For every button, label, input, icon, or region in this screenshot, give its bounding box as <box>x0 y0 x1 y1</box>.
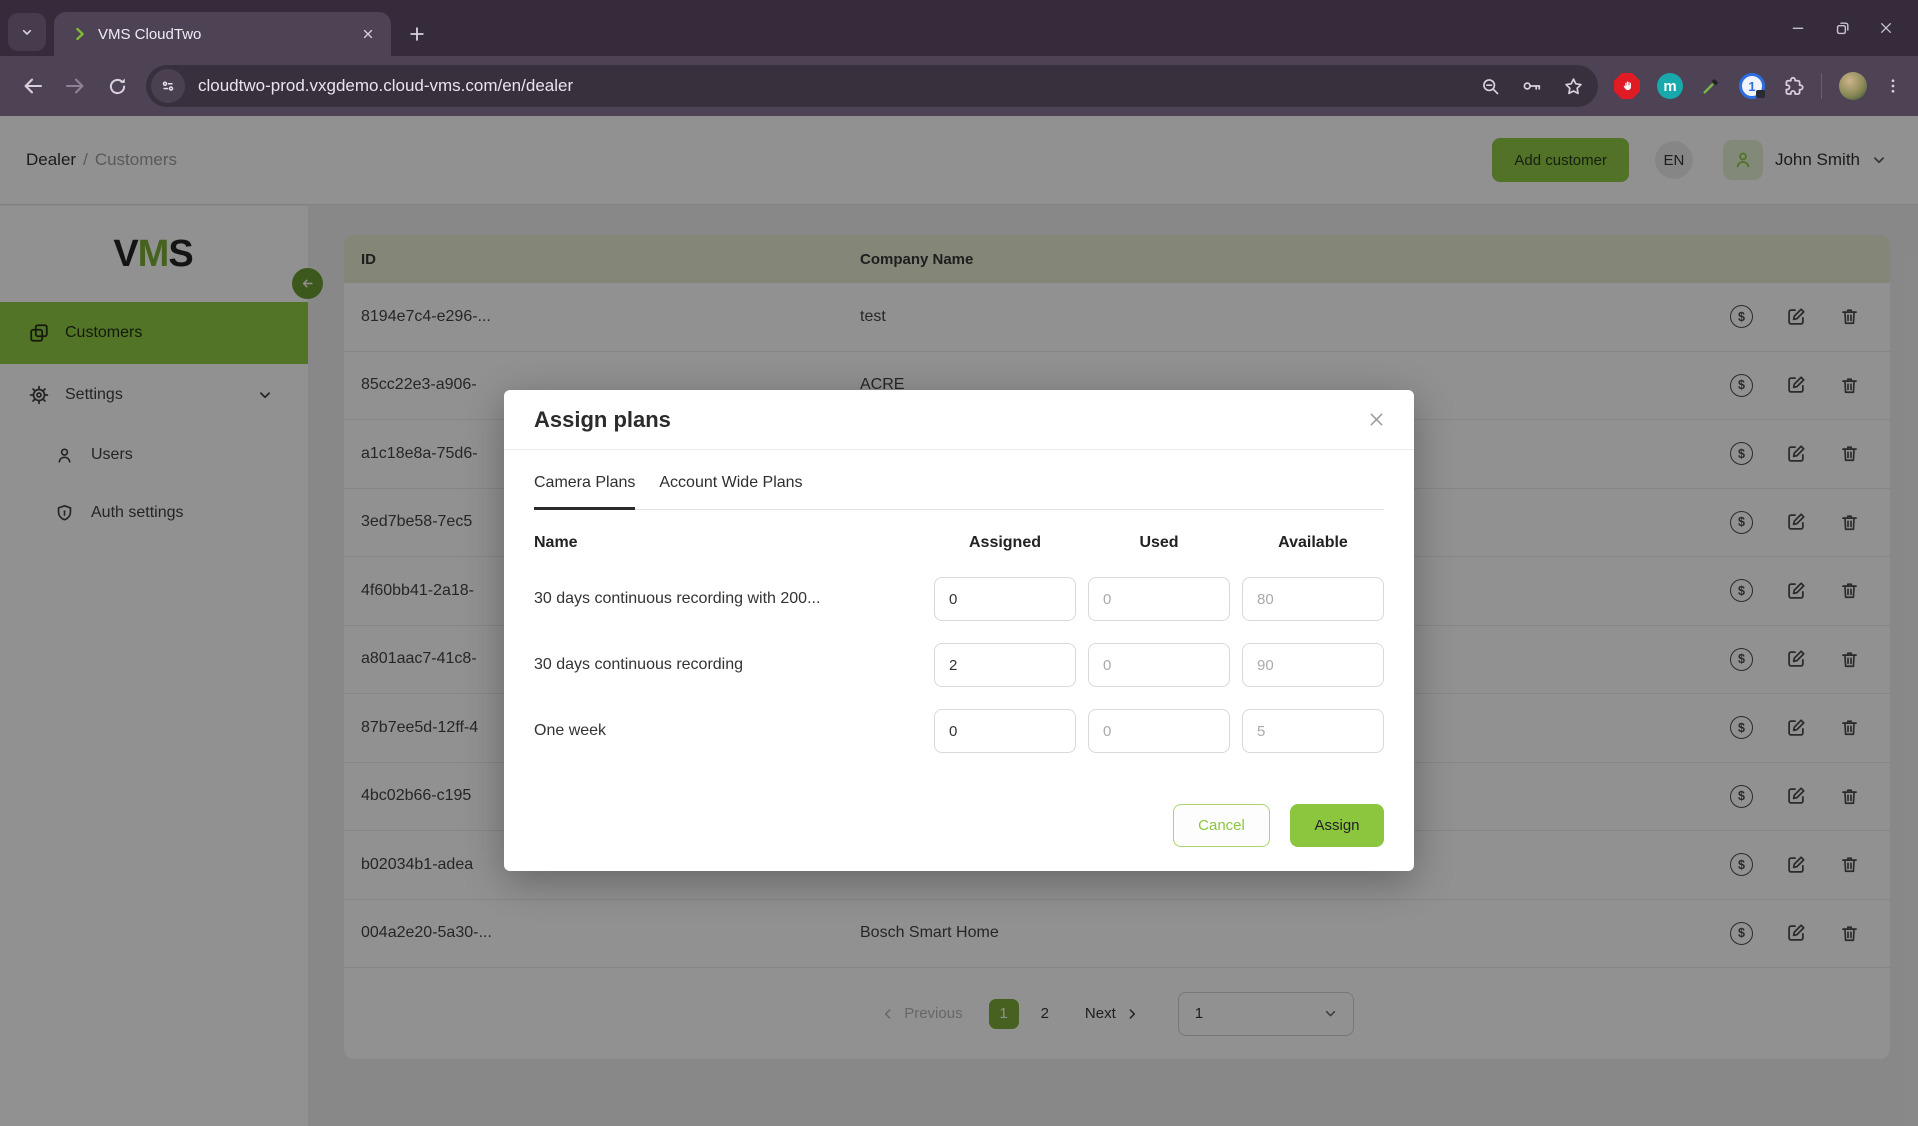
toolbar-divider <box>1821 73 1822 99</box>
chevron-down-icon <box>19 24 35 40</box>
close-icon[interactable] <box>1367 410 1386 429</box>
browser-profile-avatar[interactable] <box>1839 72 1867 100</box>
reload-icon[interactable] <box>96 65 138 107</box>
new-tab-button[interactable] <box>407 24 427 44</box>
plan-row: 30 days continuous recording <box>534 632 1384 698</box>
plans-table-header: Name Assigned Used Available <box>534 520 1384 566</box>
bookmark-star-icon[interactable] <box>1563 76 1584 97</box>
forward-icon <box>54 65 96 107</box>
browser-tab-strip: VMS CloudTwo <box>0 0 1918 56</box>
modal-tabs: Camera Plans Account Wide Plans <box>534 450 1384 510</box>
plan-name: 30 days continuous recording <box>534 656 922 674</box>
column-header-assigned: Assigned <box>934 534 1076 552</box>
restore-icon[interactable] <box>1828 14 1856 42</box>
plan-name: 30 days continuous recording with 200... <box>534 590 922 608</box>
extensions-area: m 1 <box>1608 72 1906 100</box>
back-icon[interactable] <box>12 65 54 107</box>
zoom-out-icon[interactable] <box>1480 76 1501 97</box>
column-header-used: Used <box>1088 534 1230 552</box>
url-text[interactable]: cloudtwo-prod.vxgdemo.cloud-vms.com/en/d… <box>198 76 1480 96</box>
column-header-available: Available <box>1242 534 1384 552</box>
available-input <box>1242 643 1384 687</box>
browser-toolbar: cloudtwo-prod.vxgdemo.cloud-vms.com/en/d… <box>0 56 1918 116</box>
plan-row: 30 days continuous recording with 200... <box>534 566 1384 632</box>
browser-tab[interactable]: VMS CloudTwo <box>54 12 391 56</box>
plan-row: One week <box>534 698 1384 764</box>
app-page: Dealer / Customers Add customer EN John … <box>0 116 1918 1126</box>
assign-plans-modal: Assign plans Camera Plans Account Wide P… <box>504 390 1414 871</box>
modal-title: Assign plans <box>534 407 671 433</box>
assign-button[interactable]: Assign <box>1290 804 1384 847</box>
password-key-icon[interactable] <box>1521 75 1543 97</box>
used-input <box>1088 709 1230 753</box>
assigned-input[interactable] <box>934 643 1076 687</box>
password-manager-icon[interactable]: 1 <box>1739 73 1765 99</box>
window-controls <box>1784 14 1900 42</box>
tab-close-icon[interactable] <box>357 23 379 45</box>
blocker-hand-icon[interactable] <box>1614 73 1640 99</box>
tab-search-button[interactable] <box>8 13 46 51</box>
used-input <box>1088 577 1230 621</box>
column-header-name: Name <box>534 534 922 552</box>
close-window-icon[interactable] <box>1872 14 1900 42</box>
assigned-input[interactable] <box>934 709 1076 753</box>
tab-title: VMS CloudTwo <box>98 26 357 43</box>
minimize-icon[interactable] <box>1784 14 1812 42</box>
available-input <box>1242 709 1384 753</box>
used-input <box>1088 643 1230 687</box>
vms-favicon-icon <box>72 26 88 42</box>
eyedropper-icon[interactable] <box>1700 75 1722 97</box>
tab-account-wide-plans[interactable]: Account Wide Plans <box>659 474 802 509</box>
available-input <box>1242 577 1384 621</box>
mail-extension-icon[interactable]: m <box>1657 73 1683 99</box>
browser-menu-icon[interactable] <box>1884 77 1900 95</box>
plan-name: One week <box>534 722 922 740</box>
cancel-button[interactable]: Cancel <box>1173 804 1270 847</box>
assigned-input[interactable] <box>934 577 1076 621</box>
url-bar[interactable]: cloudtwo-prod.vxgdemo.cloud-vms.com/en/d… <box>146 65 1598 107</box>
site-settings-icon[interactable] <box>151 69 185 103</box>
tab-camera-plans[interactable]: Camera Plans <box>534 474 635 510</box>
puzzle-extensions-icon[interactable] <box>1782 75 1804 97</box>
